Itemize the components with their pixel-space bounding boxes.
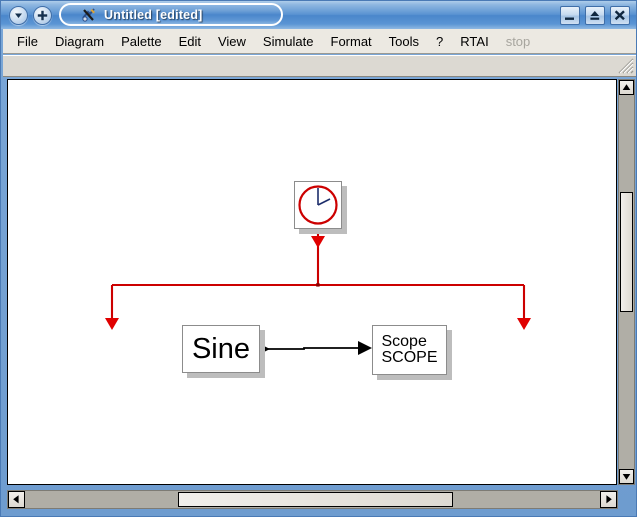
- window-title-text: Untitled [edited]: [104, 8, 203, 22]
- scope-input-port: [358, 341, 372, 355]
- menu-item-palette[interactable]: Palette: [113, 31, 169, 52]
- menu-item-edit[interactable]: Edit: [171, 31, 209, 52]
- diagram-canvas[interactable]: Sine Scope SCOPE: [7, 79, 617, 485]
- menu-item-simulate[interactable]: Simulate: [255, 31, 322, 52]
- window-titlebar: Untitled [edited]: [1, 1, 637, 29]
- window-menu-button[interactable]: [9, 6, 28, 25]
- menu-item-[interactable]: ?: [428, 31, 451, 52]
- titlebar-left-buttons: [9, 6, 52, 25]
- clock-block-body: [294, 181, 342, 229]
- diagram-canvas-inner: Sine Scope SCOPE: [8, 80, 616, 484]
- menu-item-tools[interactable]: Tools: [381, 31, 427, 52]
- horizontal-scrollbar[interactable]: [7, 490, 618, 509]
- window-add-button[interactable]: [33, 6, 52, 25]
- scroll-up-button[interactable]: [619, 80, 634, 95]
- menu-item-view[interactable]: View: [210, 31, 254, 52]
- scope-block-body: Scope SCOPE: [372, 325, 447, 375]
- horizontal-scrollbar-thumb[interactable]: [178, 492, 453, 507]
- event-link-clock-to-sine-and-scope[interactable]: [105, 230, 531, 330]
- sine-block[interactable]: Sine: [182, 325, 260, 373]
- event-link-layer: [8, 80, 616, 484]
- event-arrowhead-scope: [517, 318, 531, 330]
- triangle-left-icon: [9, 492, 24, 507]
- scroll-right-button[interactable]: [600, 491, 617, 508]
- scope-block-label-line2: SCOPE: [381, 350, 437, 366]
- resize-grip-icon: [618, 58, 634, 75]
- plus-icon: [36, 9, 49, 22]
- menu-item-diagram[interactable]: Diagram: [47, 31, 112, 52]
- scroll-left-button[interactable]: [8, 491, 25, 508]
- data-link-sine-to-scope[interactable]: [256, 341, 372, 356]
- vertical-scrollbar-thumb[interactable]: [620, 192, 633, 312]
- menubar: FileDiagramPaletteEditViewSimulateFormat…: [3, 29, 636, 54]
- menu-item-file[interactable]: File: [9, 31, 46, 52]
- sine-block-label: Sine: [192, 335, 250, 364]
- minimize-button[interactable]: [560, 6, 580, 25]
- scope-block-label-line1: Scope: [381, 334, 437, 350]
- minimize-icon: [563, 9, 577, 22]
- maximize-icon: [588, 9, 602, 22]
- scope-block[interactable]: Scope SCOPE: [372, 325, 447, 375]
- menu-item-format[interactable]: Format: [323, 31, 380, 52]
- xcos-main-window: Untitled [edited] FileDiagramPalett: [0, 0, 637, 517]
- sine-block-body: Sine: [182, 325, 260, 373]
- scope-block-label: Scope SCOPE: [381, 334, 437, 367]
- event-arrowhead-clock: [311, 236, 325, 248]
- close-button[interactable]: [610, 6, 630, 25]
- menu-item-rtai[interactable]: RTAI: [452, 31, 496, 52]
- vertical-scrollbar[interactable]: [618, 79, 635, 485]
- triangle-up-icon: [620, 81, 633, 94]
- close-icon: [613, 9, 627, 22]
- titlebar-right-buttons: [560, 6, 630, 25]
- toolbar: [3, 55, 636, 77]
- data-link-layer: [8, 80, 616, 484]
- event-arrowhead-sine: [105, 318, 119, 330]
- clock-icon: [296, 183, 340, 227]
- menu-item-stop: stop: [498, 31, 539, 52]
- scroll-down-button[interactable]: [619, 469, 634, 484]
- triangle-right-icon: [601, 492, 616, 507]
- triangle-down-icon: [620, 470, 633, 483]
- window-title-pill[interactable]: Untitled [edited]: [59, 3, 283, 26]
- chevron-down-icon: [12, 9, 25, 22]
- clock-block[interactable]: [294, 181, 342, 229]
- maximize-button[interactable]: [585, 6, 605, 25]
- xcos-icon: [81, 7, 97, 23]
